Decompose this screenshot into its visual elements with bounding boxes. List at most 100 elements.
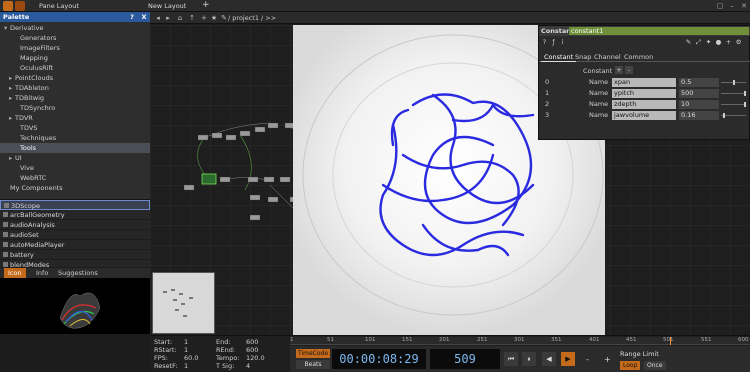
param-value-field[interactable]: 0.16 bbox=[679, 111, 719, 120]
info-value: 600 bbox=[246, 346, 259, 354]
tab-suggestions[interactable]: Suggestions bbox=[54, 268, 102, 278]
beats-toggle[interactable]: Beats bbox=[296, 360, 330, 369]
minimize-icon[interactable]: – bbox=[728, 2, 736, 10]
op-name-field[interactable]: constant1 bbox=[569, 27, 749, 35]
param-name-field[interactable]: xpan bbox=[612, 78, 676, 87]
param-slider[interactable] bbox=[721, 102, 746, 107]
tab-common[interactable]: Common bbox=[621, 52, 656, 62]
add-layout-button[interactable]: + bbox=[197, 1, 215, 11]
param-name-field[interactable]: zdepth bbox=[612, 100, 676, 109]
palette-tree-item[interactable]: TDSynchro bbox=[0, 103, 150, 113]
slider-knob[interactable] bbox=[744, 102, 746, 107]
rewind-button[interactable]: ⏮ bbox=[504, 352, 518, 366]
palette-tree-item[interactable]: ▸ UI bbox=[0, 153, 150, 163]
timecode-toggle[interactable]: TimeCode bbox=[296, 349, 330, 358]
tab-constant[interactable]: Constant bbox=[541, 52, 577, 62]
pane-layout-menu[interactable]: Pane Layout bbox=[34, 1, 84, 11]
palette-tree-label: OculusRift bbox=[20, 64, 54, 72]
param-slider[interactable] bbox=[721, 113, 746, 118]
palette-tree-item[interactable]: Vive bbox=[0, 163, 150, 173]
expand-icon[interactable]: ⤢ bbox=[695, 38, 702, 46]
slider-knob[interactable] bbox=[733, 80, 735, 85]
up-icon[interactable]: ↑ bbox=[188, 14, 196, 22]
frame-display[interactable]: 509 bbox=[430, 349, 500, 369]
palette-tree-item[interactable]: Tools bbox=[0, 143, 150, 153]
playhead-cursor[interactable] bbox=[670, 337, 671, 345]
param-index: 2 bbox=[545, 100, 550, 108]
app-logo-icon[interactable] bbox=[3, 1, 13, 11]
param-row: 1 Name ypitch 500 bbox=[539, 89, 750, 99]
tab-channel[interactable]: Channel bbox=[591, 52, 624, 62]
tab-info[interactable]: Info bbox=[32, 268, 52, 278]
palette-tree-item[interactable]: Techniques bbox=[0, 133, 150, 143]
palette-tree-item[interactable]: ▸ TDVR bbox=[0, 113, 150, 123]
param-name-field[interactable]: jawvolume bbox=[612, 111, 676, 120]
ruler-tick-label: 251 bbox=[477, 337, 488, 343]
palette-op-item[interactable]: battery bbox=[0, 250, 150, 260]
window-icon[interactable]: ▢ bbox=[716, 2, 724, 10]
edit-icon[interactable]: ✎ bbox=[685, 38, 692, 46]
palette-tree-item[interactable]: Generators bbox=[0, 33, 150, 43]
bookmark-icon[interactable]: ★ bbox=[210, 14, 218, 22]
palette-op-item[interactable]: audioAnalysis bbox=[0, 220, 150, 230]
new-layout-tab[interactable]: New Layout bbox=[143, 1, 191, 11]
param-name-field[interactable]: ypitch bbox=[612, 89, 676, 98]
gear-icon[interactable]: ⚙ bbox=[735, 38, 742, 46]
palette-tree-item[interactable]: ▸ PointClouds bbox=[0, 73, 150, 83]
pause-button[interactable]: ⏸ bbox=[522, 352, 536, 366]
palette-tree-item[interactable]: WebRTC bbox=[0, 173, 150, 183]
menu-icon[interactable] bbox=[15, 1, 25, 11]
network-minimap[interactable] bbox=[152, 272, 215, 334]
once-button[interactable]: Once bbox=[644, 361, 666, 370]
op-label: battery bbox=[10, 251, 34, 259]
palette-tree-item[interactable]: ▸ TDAbleton bbox=[0, 83, 150, 93]
palette-op-item[interactable]: arcBallGeometry bbox=[0, 210, 150, 220]
bookmark-icon[interactable]: ✦ bbox=[705, 38, 712, 46]
palette-op-item[interactable]: 3DScope bbox=[0, 200, 150, 210]
close-icon[interactable]: ✕ bbox=[740, 2, 748, 10]
palette-tree-item[interactable]: OculusRift bbox=[0, 63, 150, 73]
step-back-button[interactable]: ◀ bbox=[542, 352, 556, 366]
add-icon[interactable]: + bbox=[725, 38, 732, 46]
play-button[interactable]: ▶ bbox=[561, 352, 575, 366]
edit-icon[interactable]: ✎ bbox=[220, 14, 228, 22]
palette-tree-item[interactable]: ImageFilters bbox=[0, 43, 150, 53]
palette-tree-item[interactable]: ▾ Derivative bbox=[0, 23, 150, 33]
palette-op-item[interactable]: audioSet bbox=[0, 230, 150, 240]
help-icon[interactable]: ? bbox=[541, 38, 548, 46]
param-value-field[interactable]: 10 bbox=[679, 100, 719, 109]
info-key: ResetF: bbox=[154, 362, 178, 370]
network-path[interactable]: / project1 / >> bbox=[228, 14, 276, 22]
back-icon[interactable]: ◂ bbox=[154, 14, 162, 22]
python-icon[interactable]: ƒ bbox=[550, 38, 557, 46]
timecode-display[interactable]: 00:00:08:29 bbox=[332, 349, 426, 369]
param-slider[interactable] bbox=[721, 80, 746, 85]
param-slider[interactable] bbox=[721, 91, 746, 96]
forward-icon[interactable]: ▸ bbox=[164, 14, 172, 22]
palette-tree-item[interactable]: TDVS bbox=[0, 123, 150, 133]
add-op-icon[interactable]: + bbox=[200, 14, 208, 22]
palette-tree-item[interactable]: My Components bbox=[0, 183, 150, 193]
slider-knob[interactable] bbox=[744, 91, 746, 96]
param-value-field[interactable]: 500 bbox=[679, 89, 719, 98]
speed-plus-button[interactable]: + bbox=[604, 355, 611, 364]
add-param-icon[interactable]: + bbox=[615, 66, 623, 74]
help-icon[interactable]: ? bbox=[128, 13, 136, 21]
home-icon[interactable]: ⌂ bbox=[176, 14, 184, 22]
slider-knob[interactable] bbox=[723, 113, 725, 118]
loop-button[interactable]: Loop bbox=[620, 361, 641, 370]
remove-param-icon[interactable]: - bbox=[625, 66, 633, 74]
speed-minus-button[interactable]: - bbox=[586, 355, 589, 364]
tab-icon[interactable]: Icon bbox=[4, 268, 26, 278]
palette-tree-item[interactable]: ▸ TDBitwig bbox=[0, 93, 150, 103]
info-value: 1 bbox=[184, 346, 189, 354]
palette-tree-item[interactable]: Mapping bbox=[0, 53, 150, 63]
op-label: autoMediaPlayer bbox=[10, 241, 65, 249]
color-icon[interactable]: ● bbox=[715, 38, 722, 46]
param-value-field[interactable]: 0.5 bbox=[679, 78, 719, 87]
timeline-ruler[interactable]: 1 51 101 151 201 251 301 351 401 451 501 551 600 bbox=[290, 337, 750, 345]
close-palette-icon[interactable]: X bbox=[140, 13, 148, 21]
top-menu-bar: Pane Layout New Layout + ▢ – ✕ bbox=[0, 0, 750, 12]
info-icon[interactable]: i bbox=[559, 38, 566, 46]
palette-op-item[interactable]: autoMediaPlayer bbox=[0, 240, 150, 250]
